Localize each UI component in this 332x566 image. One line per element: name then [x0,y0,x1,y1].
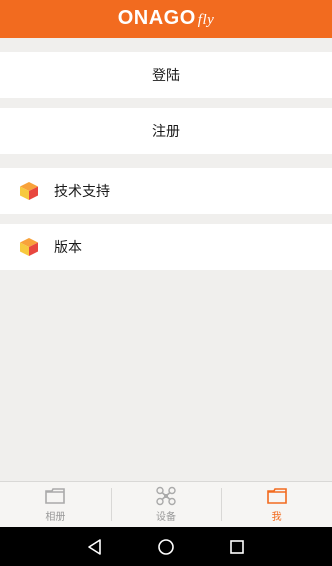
recents-square-icon[interactable] [228,538,246,556]
system-nav-bar [0,527,332,566]
version-label: 版本 [54,240,82,256]
register-row[interactable]: 注册 [0,108,332,154]
album-icon [45,488,66,504]
tab-album[interactable]: 相册 [0,482,111,527]
back-triangle-icon[interactable] [86,538,104,556]
bottom-tab-bar: 相册 设备 我 [0,481,332,527]
register-label: 注册 [152,124,180,140]
tab-device[interactable]: 设备 [110,482,222,527]
tab-album-label: 相册 [45,512,66,523]
me-icon [266,488,287,504]
cube-icon [18,236,40,258]
login-label: 登陆 [152,68,180,84]
app-header: ONAGO fly [0,0,332,38]
cube-icon [18,180,40,202]
onago-fly-logo: ONAGO fly [118,8,215,28]
tab-me-label: 我 [271,512,282,523]
version-row[interactable]: 版本 [0,224,332,270]
logo-main: ONAGO [117,7,196,29]
tab-device-label: 设备 [156,512,176,523]
drone-icon [156,486,176,506]
home-circle-icon[interactable] [157,538,175,556]
logo-sub: fly [197,12,215,28]
login-row[interactable]: 登陆 [0,52,332,98]
tech-support-label: 技术支持 [54,184,110,200]
tech-support-row[interactable]: 技术支持 [0,168,332,214]
tab-me[interactable]: 我 [221,482,332,527]
screen: ONAGO fly 登陆 注册 技术支持 版本 相册 设备 我 [0,0,332,566]
